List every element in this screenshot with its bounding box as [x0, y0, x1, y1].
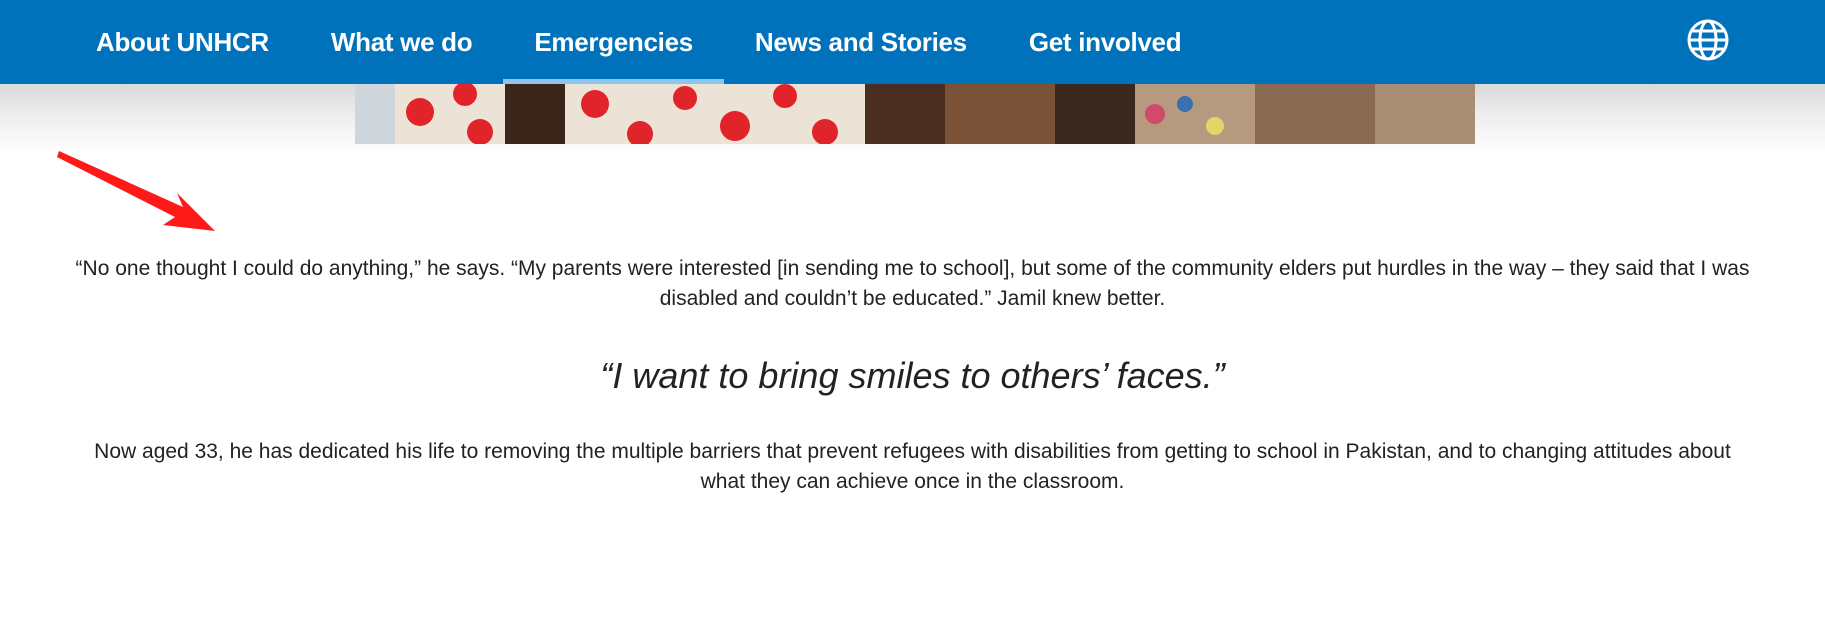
nav-item-label: What we do [330, 26, 473, 57]
hero-photo-graphic [355, 84, 1475, 144]
page: About UNHCR What we do Emergencies News … [0, 0, 1825, 625]
language-selector-button[interactable] [1686, 18, 1730, 62]
nav-item-label: Get involved [1028, 26, 1182, 57]
nav-item-what-we-do[interactable]: What we do [300, 0, 503, 84]
globe-icon [1687, 19, 1729, 61]
pull-quote: “I want to bring smiles to others’ faces… [600, 355, 1225, 396]
article-paragraph-1: “No one thought I could do anything,” he… [75, 257, 1750, 310]
nav-item-emergencies[interactable]: Emergencies [503, 0, 724, 84]
article-paragraph-2: Now aged 33, he has dedicated his life t… [94, 440, 1731, 493]
nav-item-about-unhcr[interactable]: About UNHCR [65, 0, 300, 84]
arrow-icon [57, 151, 215, 231]
nav-item-label: Emergencies [534, 26, 693, 57]
nav-item-label: About UNHCR [96, 26, 269, 57]
nav-item-news-and-stories[interactable]: News and Stories [724, 0, 998, 84]
hero-photo [355, 84, 1475, 144]
nav-item-label: News and Stories [754, 26, 967, 57]
main-navigation-bar: About UNHCR What we do Emergencies News … [0, 0, 1825, 84]
nav-item-get-involved[interactable]: Get involved [998, 0, 1212, 84]
nav-menu: About UNHCR What we do Emergencies News … [65, 0, 1212, 84]
